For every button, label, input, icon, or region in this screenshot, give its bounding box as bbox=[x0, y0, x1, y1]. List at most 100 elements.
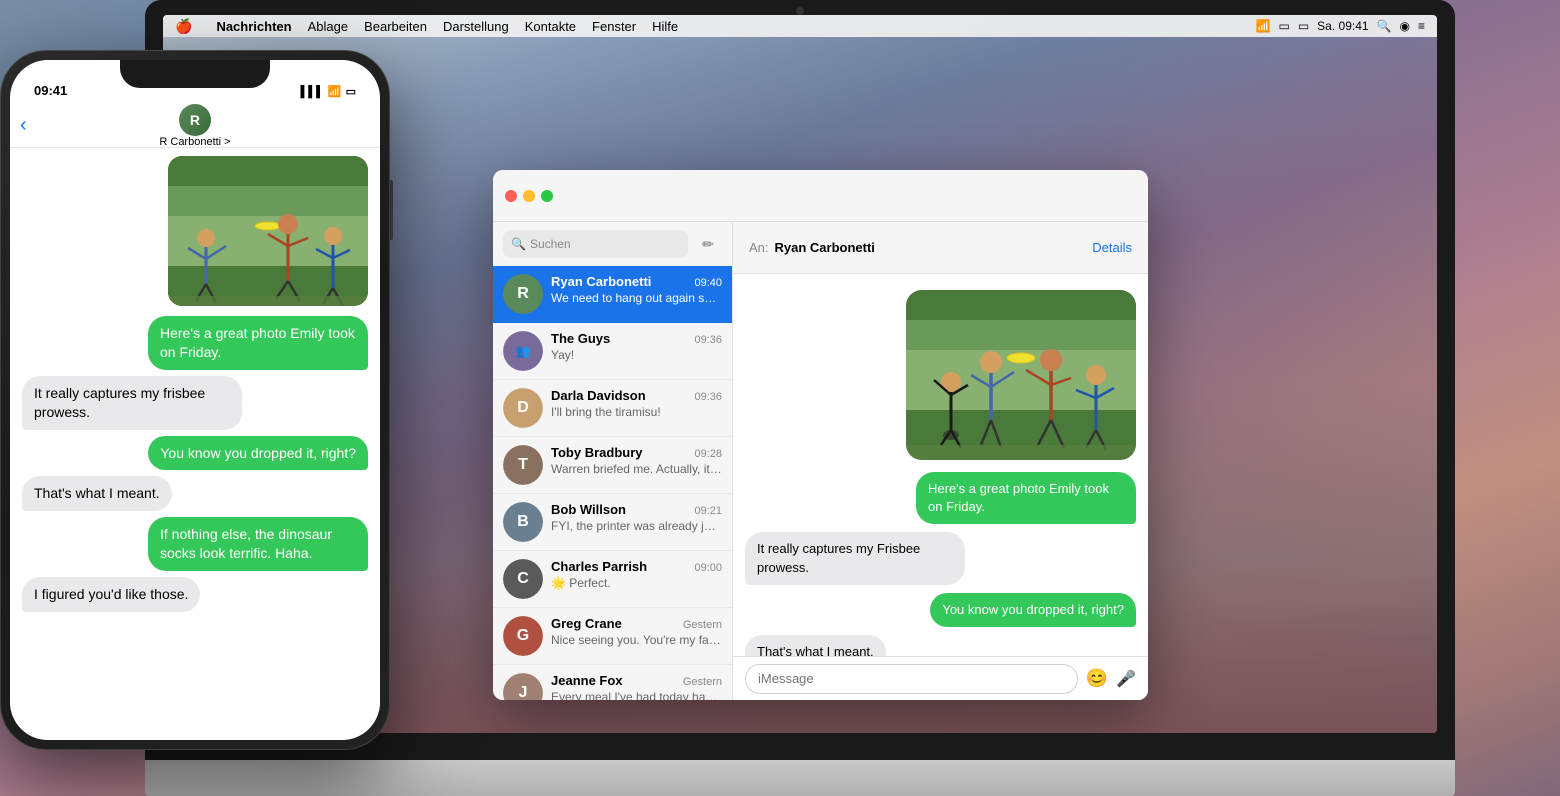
mac-menubar: 🍎 Nachrichten Ablage Bearbeiten Darstell… bbox=[163, 15, 1437, 37]
conv-time-ryan: 09:40 bbox=[694, 277, 722, 289]
conversation-item-jeanne[interactable]: J Jeanne Fox Gestern Every meal I've had… bbox=[493, 665, 732, 700]
camera-dot bbox=[796, 7, 804, 15]
conv-preview-greg: Nice seeing you. You're my favorite pers… bbox=[551, 633, 722, 647]
iphone-message-2: Here's a great photo Emily took on Frida… bbox=[148, 316, 368, 370]
conv-time-charles: 09:00 bbox=[694, 562, 722, 574]
conversation-item-toby[interactable]: T Toby Bradbury 09:28 Warren briefed me.… bbox=[493, 437, 732, 494]
conversation-item-greg[interactable]: G Greg Crane Gestern Nice seeing you. Yo… bbox=[493, 608, 732, 665]
compose-button[interactable]: ✏ bbox=[694, 230, 722, 258]
battery-icon: ▭ bbox=[1298, 19, 1309, 33]
avatar-guys: 👥 bbox=[503, 331, 543, 371]
iphone-message-3: It really captures my frisbee prowess. bbox=[22, 376, 242, 430]
contact-name: R Carbonetti > bbox=[159, 136, 230, 148]
iphone-frisbee-svg bbox=[168, 156, 368, 306]
chat-messages: Here's a great photo Emily took on Frida… bbox=[733, 274, 1148, 656]
conv-name-ryan: Ryan Carbonetti bbox=[551, 274, 651, 289]
conv-preview-guys: Yay! bbox=[551, 348, 722, 362]
conv-time-guys: 09:36 bbox=[694, 334, 722, 346]
traffic-lights bbox=[505, 190, 553, 202]
details-button[interactable]: Details bbox=[1092, 240, 1132, 255]
conv-body-charles: Charles Parrish 09:00 🌟 Perfect. bbox=[551, 559, 722, 590]
conv-body-darla: Darla Davidson 09:36 I'll bring the tira… bbox=[551, 388, 722, 419]
minimize-button[interactable] bbox=[523, 190, 535, 202]
chat-recipient: Ryan Carbonetti bbox=[775, 240, 1093, 255]
menu-hilfe[interactable]: Hilfe bbox=[644, 19, 686, 34]
contact-avatar: R bbox=[179, 104, 211, 136]
macbook-notch-bar bbox=[770, 768, 830, 774]
conv-name-darla: Darla Davidson bbox=[551, 388, 646, 403]
power-button[interactable] bbox=[390, 180, 393, 240]
conv-name-charles: Charles Parrish bbox=[551, 559, 647, 574]
menu-nachrichten[interactable]: Nachrichten bbox=[208, 19, 299, 34]
conversation-list: R Ryan Carbonetti 09:40 We need to hang … bbox=[493, 266, 732, 700]
conversation-item-guys[interactable]: 👥 The Guys 09:36 Yay! bbox=[493, 323, 732, 380]
search-box[interactable]: 🔍 Suchen bbox=[503, 230, 688, 258]
chat-photo-container bbox=[906, 290, 1136, 464]
message-4: You know you dropped it, right? bbox=[930, 593, 1136, 627]
conv-time-greg: Gestern bbox=[683, 619, 722, 631]
conv-name-guys: The Guys bbox=[551, 331, 610, 346]
conversation-item-ryan[interactable]: R Ryan Carbonetti 09:40 We need to hang … bbox=[493, 266, 732, 323]
iphone-chat-photo bbox=[168, 156, 368, 306]
conv-time-jeanne: Gestern bbox=[683, 676, 722, 688]
conv-body-bob: Bob Willson 09:21 FYI, the printer was a… bbox=[551, 502, 722, 533]
menu-kontakte[interactable]: Kontakte bbox=[517, 19, 584, 34]
menubar-time: Sa. 09:41 bbox=[1317, 19, 1368, 33]
conv-body-greg: Greg Crane Gestern Nice seeing you. You'… bbox=[551, 616, 722, 647]
contact-info: R R Carbonetti > bbox=[159, 104, 230, 148]
iphone-frame: 09:41 ▌▌▌ 📶 ▭ ‹ R R Carbonetti > bbox=[0, 50, 390, 750]
avatar-bob: B bbox=[503, 502, 543, 542]
siri-icon[interactable]: ◉ bbox=[1400, 19, 1410, 33]
chat-photo bbox=[906, 290, 1136, 460]
frisbee-photo bbox=[906, 290, 1136, 460]
iphone-status-icons: ▌▌▌ 📶 ▭ bbox=[301, 85, 357, 98]
emoji-button[interactable]: 😊 bbox=[1086, 668, 1108, 689]
conv-body-jeanne: Jeanne Fox Gestern Every meal I've had t… bbox=[551, 673, 722, 700]
frisbee-scene-svg bbox=[906, 290, 1136, 460]
conv-preview-jeanne: Every meal I've had today has included b… bbox=[551, 690, 722, 700]
conversation-item-darla[interactable]: D Darla Davidson 09:36 I'll bring the ti… bbox=[493, 380, 732, 437]
conv-preview-darla: I'll bring the tiramisu! bbox=[551, 405, 722, 419]
iphone-message-6: If nothing else, the dinosaur socks look… bbox=[148, 517, 368, 571]
conv-preview-toby: Warren briefed me. Actually, it wasn't t… bbox=[551, 462, 722, 476]
conversation-item-charles[interactable]: C Charles Parrish 09:00 🌟 Perfect. bbox=[493, 551, 732, 608]
avatar-ryan: R bbox=[503, 274, 543, 314]
search-placeholder: Suchen bbox=[530, 237, 571, 251]
sidebar: 🔍 Suchen ✏ R bbox=[493, 222, 733, 700]
iphone-notch bbox=[120, 60, 270, 88]
wifi-icon-iphone: 📶 bbox=[328, 85, 342, 98]
sidebar-search-area: 🔍 Suchen ✏ bbox=[493, 222, 732, 266]
window-content: 🔍 Suchen ✏ R bbox=[493, 222, 1148, 700]
back-button[interactable]: ‹ bbox=[20, 114, 27, 137]
avatar-greg: G bbox=[503, 616, 543, 656]
iphone-nav: ‹ R R Carbonetti > bbox=[10, 104, 380, 148]
menu-ablage[interactable]: Ablage bbox=[300, 19, 356, 34]
conv-time-toby: 09:28 bbox=[694, 448, 722, 460]
menu-fenster[interactable]: Fenster bbox=[584, 19, 644, 34]
conv-name-bob: Bob Willson bbox=[551, 502, 626, 517]
macbook-chin bbox=[145, 760, 1455, 796]
search-icon: 🔍 bbox=[511, 237, 526, 251]
conv-body-toby: Toby Bradbury 09:28 Warren briefed me. A… bbox=[551, 445, 722, 476]
control-center-icon[interactable]: ≡ bbox=[1418, 19, 1425, 33]
menu-darstellung[interactable]: Darstellung bbox=[435, 19, 517, 34]
menu-bearbeiten[interactable]: Bearbeiten bbox=[356, 19, 435, 34]
audio-button[interactable]: 🎤 bbox=[1116, 669, 1136, 689]
search-menubar-icon[interactable]: 🔍 bbox=[1377, 19, 1392, 33]
battery-icon-iphone: ▭ bbox=[346, 85, 356, 98]
iphone-frisbee-photo bbox=[168, 156, 368, 306]
message-2: Here's a great photo Emily took on Frida… bbox=[916, 472, 1136, 524]
conversation-item-bob[interactable]: B Bob Willson 09:21 FYI, the printer was… bbox=[493, 494, 732, 551]
conv-name-jeanne: Jeanne Fox bbox=[551, 673, 623, 688]
message-3: It really captures my Frisbee prowess. bbox=[745, 532, 965, 584]
iphone-chat: Here's a great photo Emily took on Frida… bbox=[10, 148, 380, 740]
iphone-photo-container bbox=[168, 156, 368, 310]
apple-logo-icon[interactable]: 🍎 bbox=[175, 18, 192, 35]
conv-preview-ryan: We need to hang out again soon. Don't be… bbox=[551, 291, 722, 305]
to-label: An: bbox=[749, 240, 769, 255]
chat-input-area: 😊 🎤 bbox=[733, 656, 1148, 700]
maximize-button[interactable] bbox=[541, 190, 553, 202]
chat-input[interactable] bbox=[745, 664, 1078, 694]
close-button[interactable] bbox=[505, 190, 517, 202]
conv-time-darla: 09:36 bbox=[694, 391, 722, 403]
